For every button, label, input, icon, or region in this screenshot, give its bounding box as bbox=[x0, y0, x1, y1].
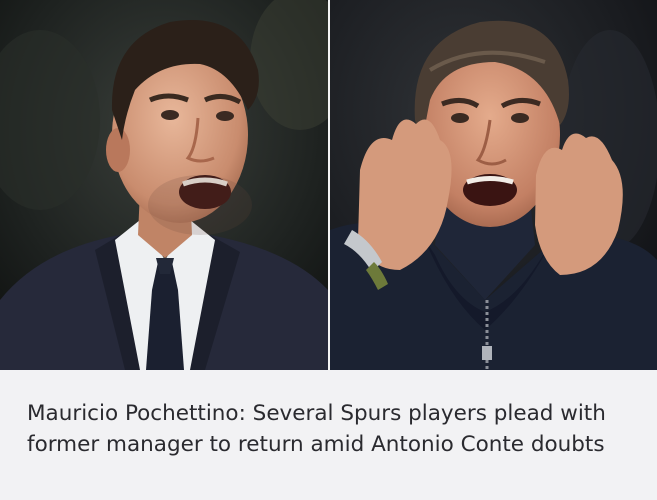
pochettino-photo bbox=[0, 0, 328, 370]
news-card-image[interactable] bbox=[0, 0, 657, 370]
headline-area[interactable]: Mauricio Pochettino: Several Spurs playe… bbox=[0, 370, 657, 500]
conte-photo bbox=[330, 0, 657, 370]
news-card[interactable]: Mauricio Pochettino: Several Spurs playe… bbox=[0, 0, 657, 500]
article-headline[interactable]: Mauricio Pochettino: Several Spurs playe… bbox=[27, 398, 637, 460]
